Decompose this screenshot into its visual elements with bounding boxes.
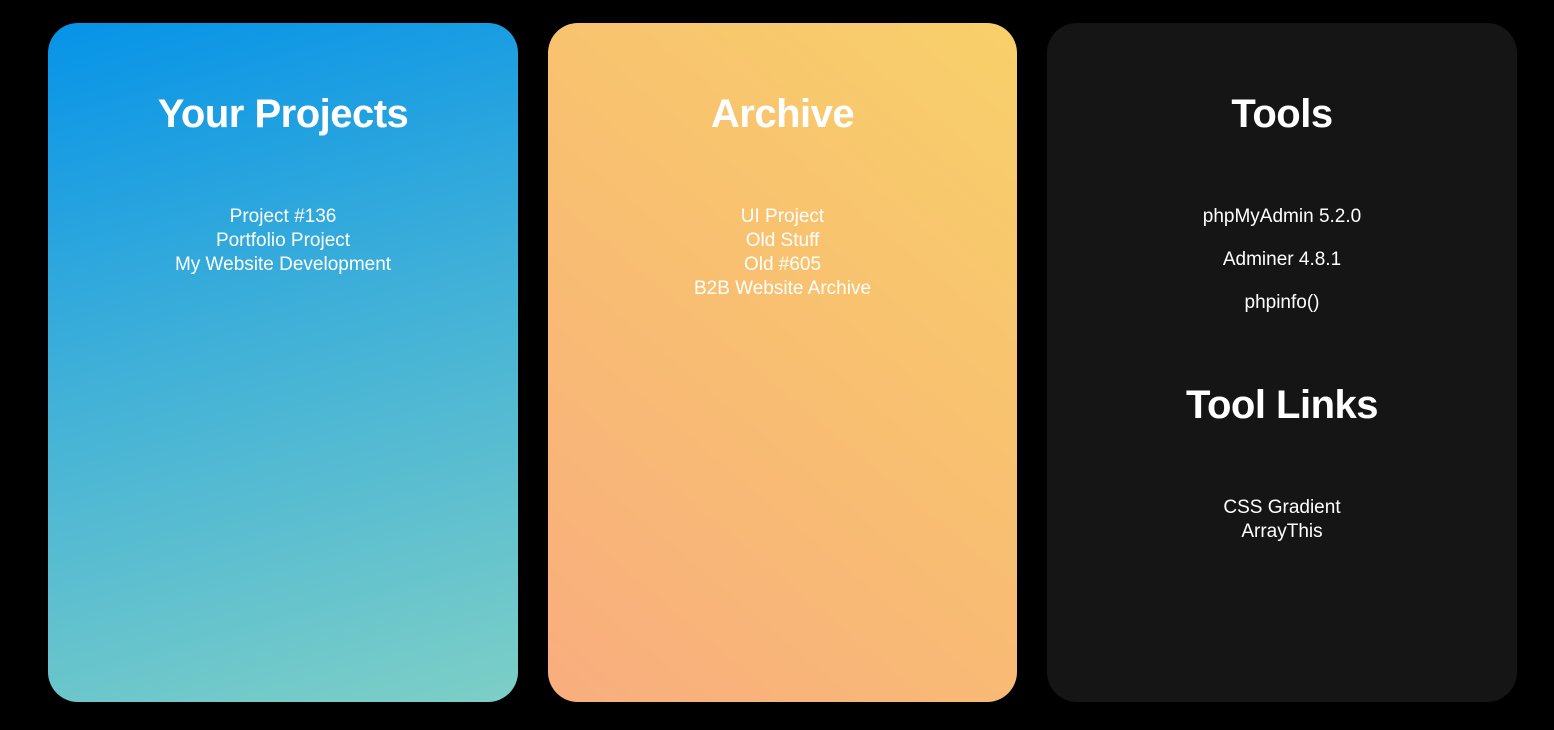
project-link[interactable]: Project #136 (230, 206, 337, 227)
list-item: B2B Website Archive (548, 277, 1017, 301)
archive-link[interactable]: Old #605 (744, 254, 821, 275)
archive-link[interactable]: B2B Website Archive (694, 278, 871, 299)
adminer-link[interactable]: Adminer 4.8.1 (1223, 249, 1341, 270)
css-gradient-link[interactable]: CSS Gradient (1223, 497, 1340, 518)
list-item: CSS Gradient (1047, 496, 1517, 520)
list-item: Old #605 (548, 253, 1017, 277)
tools-list: phpMyAdmin 5.2.0 Adminer 4.8.1 phpinfo() (1047, 205, 1517, 334)
phpmyadmin-link[interactable]: phpMyAdmin 5.2.0 (1203, 206, 1361, 227)
list-item: Adminer 4.8.1 (1047, 248, 1517, 272)
list-item: phpinfo() (1047, 291, 1517, 315)
list-item: Old Stuff (548, 229, 1017, 253)
list-item: ArrayThis (1047, 520, 1517, 544)
archive-list: UI Project Old Stuff Old #605 B2B Websit… (548, 205, 1017, 301)
archive-link[interactable]: Old Stuff (746, 230, 820, 251)
archive-link[interactable]: UI Project (741, 206, 824, 227)
archive-title: Archive (710, 92, 855, 136)
list-item: Portfolio Project (48, 229, 518, 253)
projects-list: Project #136 Portfolio Project My Websit… (48, 205, 518, 277)
tools-card: Tools phpMyAdmin 5.2.0 Adminer 4.8.1 php… (1047, 23, 1517, 702)
tool-links-list: CSS Gradient ArrayThis (1047, 496, 1517, 544)
project-link[interactable]: My Website Development (175, 254, 391, 275)
list-item: My Website Development (48, 253, 518, 277)
list-item: UI Project (548, 205, 1017, 229)
list-item: phpMyAdmin 5.2.0 (1047, 205, 1517, 229)
tool-links-title: Tool Links (1185, 383, 1379, 427)
projects-card: Your Projects Project #136 Portfolio Pro… (48, 23, 518, 702)
arraythis-link[interactable]: ArrayThis (1241, 521, 1322, 542)
tools-title: Tools (1231, 92, 1333, 136)
archive-card: Archive UI Project Old Stuff Old #605 B2… (548, 23, 1017, 702)
project-link[interactable]: Portfolio Project (216, 230, 350, 251)
dashboard: Your Projects Project #136 Portfolio Pro… (0, 0, 1554, 730)
list-item: Project #136 (48, 205, 518, 229)
projects-title: Your Projects (157, 92, 409, 136)
phpinfo-link[interactable]: phpinfo() (1245, 292, 1320, 313)
